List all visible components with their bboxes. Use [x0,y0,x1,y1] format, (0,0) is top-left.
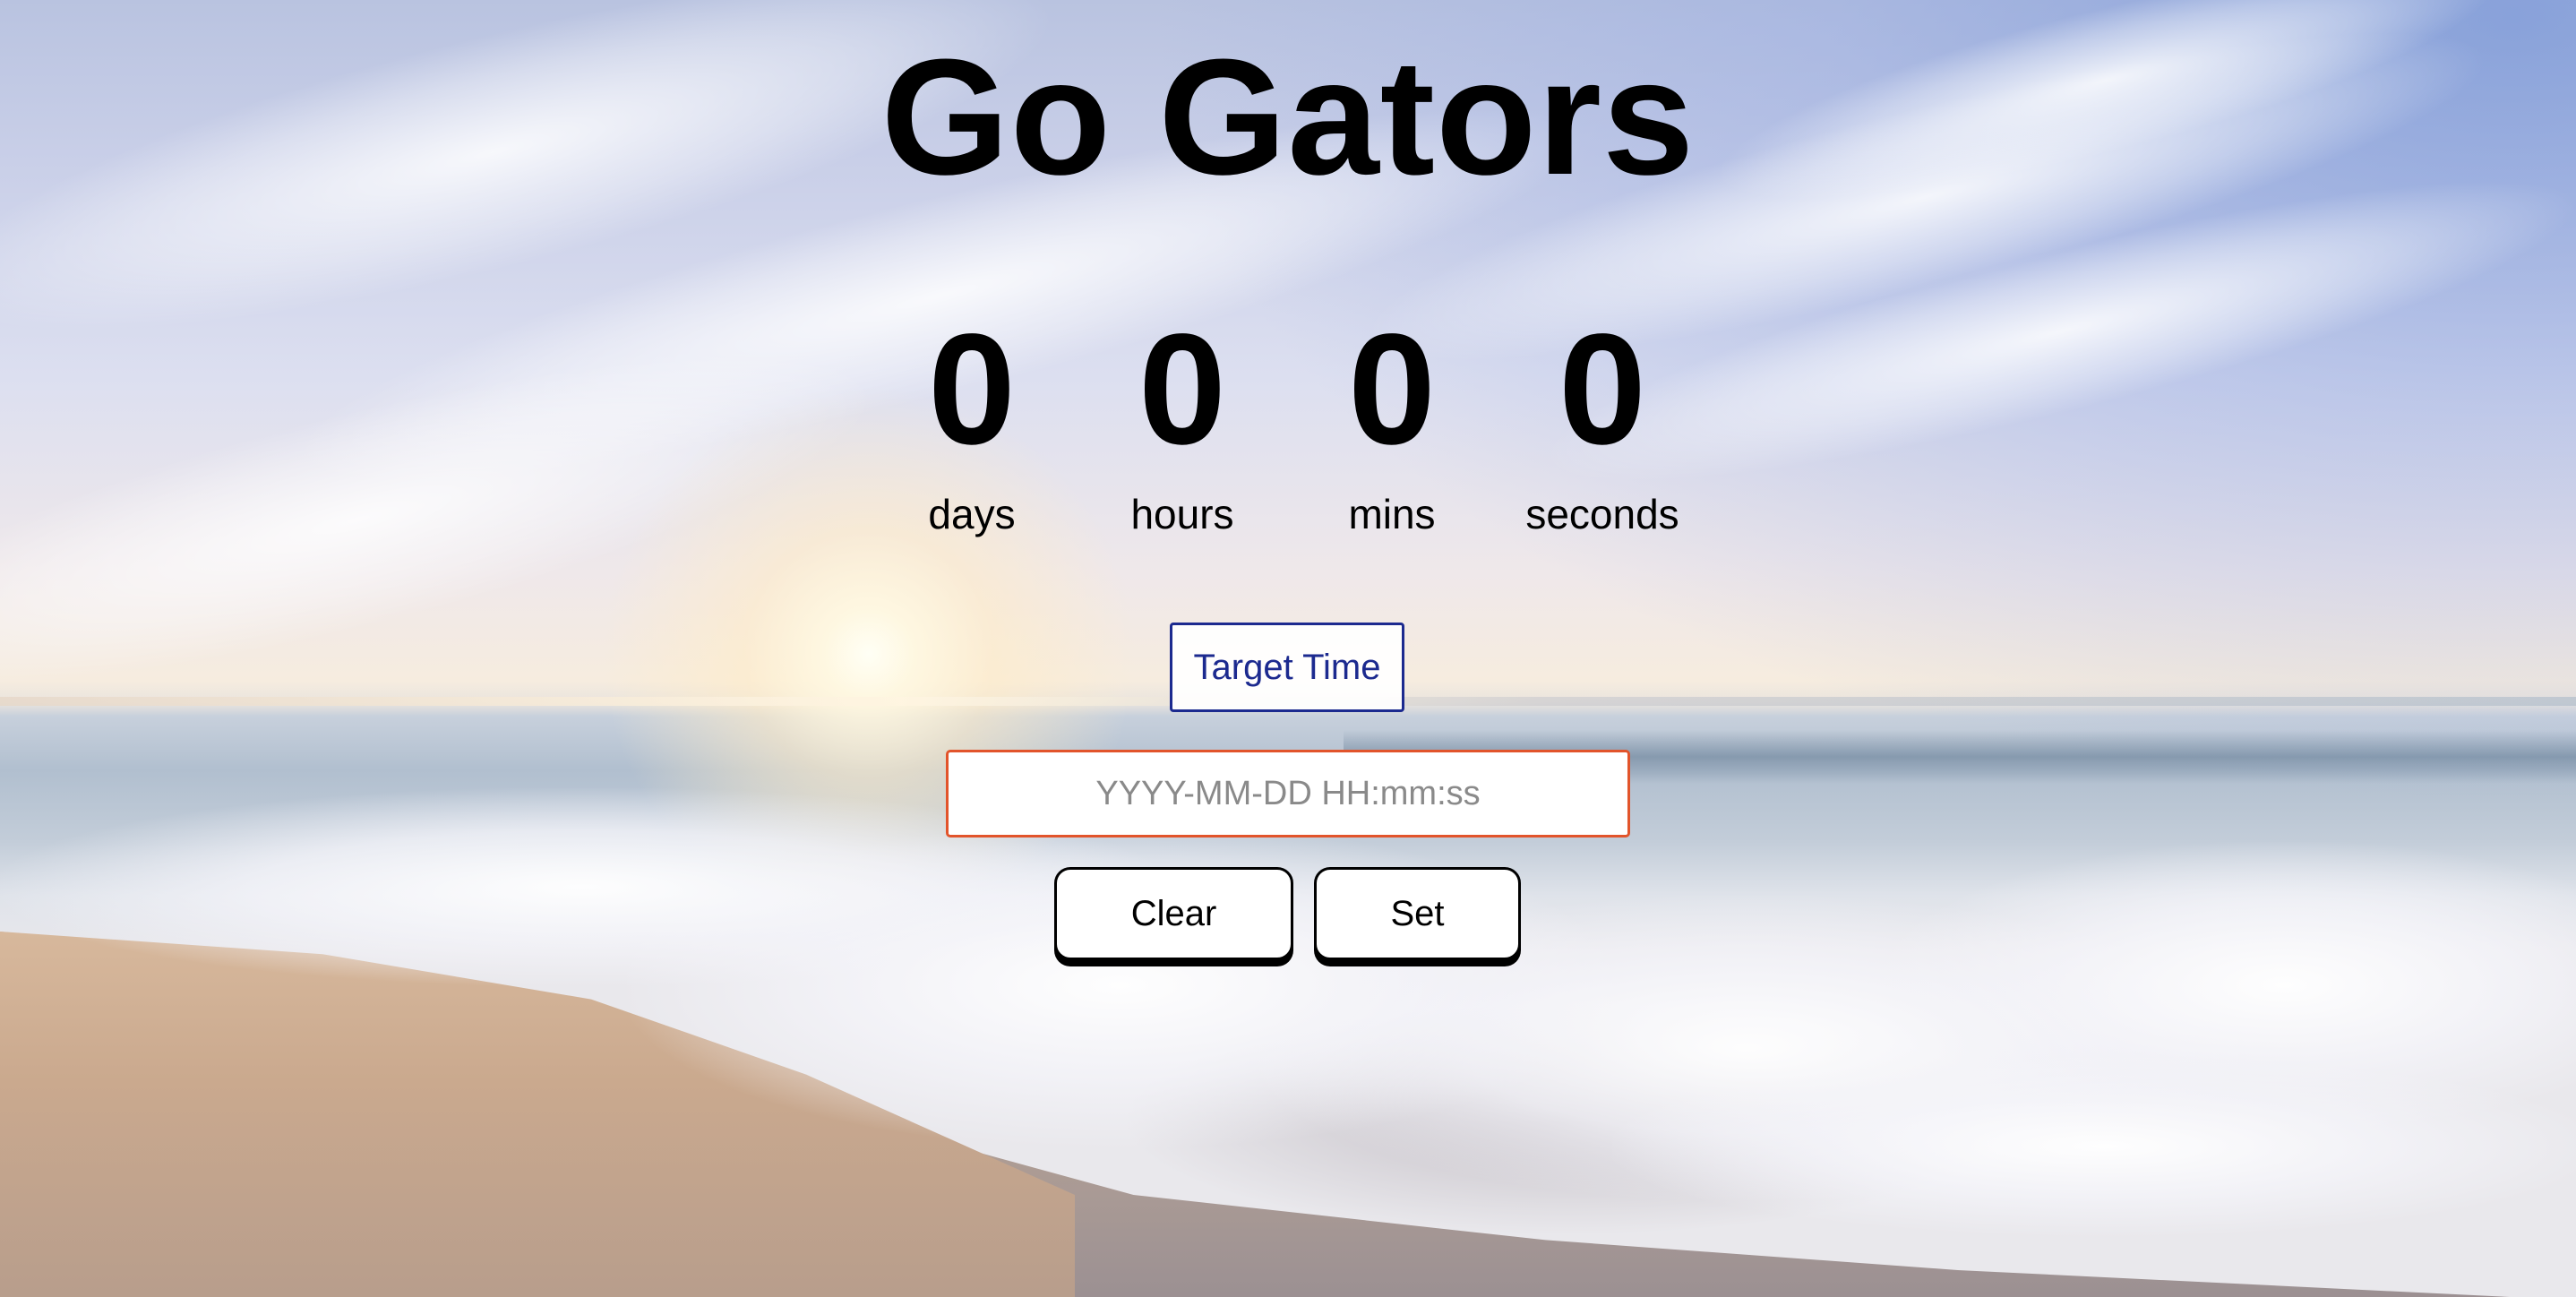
mins-value: 0 [1348,302,1436,477]
seconds-label: seconds [1525,491,1679,537]
days-value: 0 [928,302,1016,477]
countdown-mins: 0 mins [1284,305,1499,539]
surf-foam [1612,1057,2576,1236]
countdown-days: 0 days [864,305,1079,539]
countdown-hours: 0 hours [1075,305,1290,539]
clear-button[interactable]: Clear [1054,867,1293,960]
page-title: Go Gators [880,24,1696,209]
hours-label: hours [1130,491,1234,537]
hours-value: 0 [1138,302,1226,477]
seconds-value: 0 [1558,302,1646,477]
countdown-seconds: 0 seconds [1495,305,1710,539]
set-button[interactable]: Set [1314,867,1521,960]
target-time-input[interactable] [946,750,1630,837]
mins-label: mins [1348,491,1436,537]
target-time-button[interactable]: Target Time [1170,623,1404,712]
days-label: days [928,491,1016,537]
